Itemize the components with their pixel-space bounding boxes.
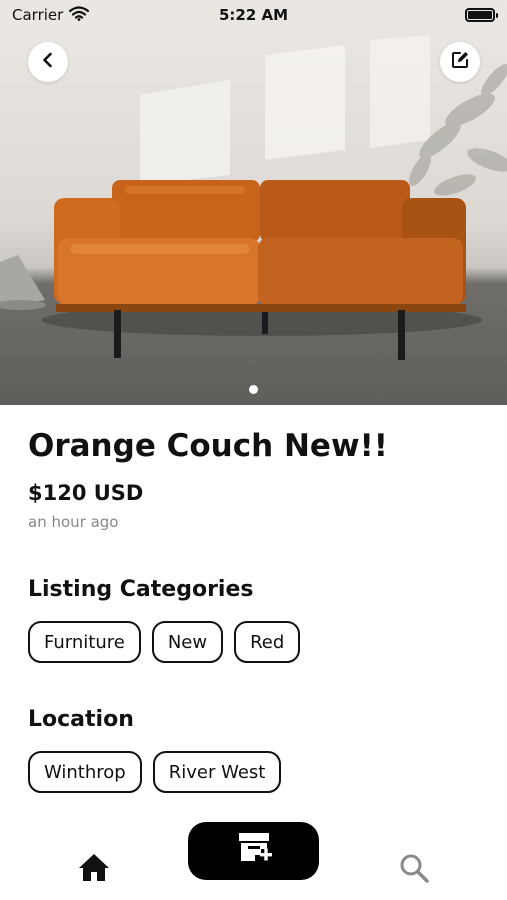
back-button[interactable] <box>28 42 68 82</box>
wifi-icon <box>69 5 90 25</box>
edit-icon <box>450 50 470 74</box>
listing-title: Orange Couch New!! <box>28 428 388 464</box>
listing-photo[interactable] <box>0 0 507 405</box>
add-listing-icon <box>235 831 273 871</box>
add-listing-button[interactable] <box>188 822 319 880</box>
carrier-label: Carrier <box>12 6 64 24</box>
edit-listing-button[interactable] <box>440 42 480 82</box>
chevron-left-icon <box>39 51 57 73</box>
category-chip-red[interactable]: Red <box>234 621 301 663</box>
home-icon <box>78 852 110 886</box>
home-tab[interactable] <box>77 853 111 885</box>
category-chip-new[interactable]: New <box>151 621 224 663</box>
categories-heading: Listing Categories <box>28 577 254 602</box>
battery-level <box>468 11 492 19</box>
location-chips: Winthrop River West <box>28 751 282 793</box>
listing-price: $120 USD <box>28 481 144 505</box>
page-indicator-dot <box>249 385 258 394</box>
location-chip-winthrop[interactable]: Winthrop <box>28 751 142 793</box>
search-tab[interactable] <box>397 853 431 887</box>
category-chip-furniture[interactable]: Furniture <box>28 621 141 663</box>
location-heading: Location <box>28 707 134 732</box>
search-icon <box>398 852 430 888</box>
location-chip-river-west[interactable]: River West <box>152 751 282 793</box>
category-chips: Furniture New Red <box>28 621 301 663</box>
battery-icon <box>465 8 498 22</box>
posted-time: an hour ago <box>28 513 119 531</box>
couch-photo <box>0 35 507 360</box>
status-bar: Carrier 5:22 AM <box>0 0 507 30</box>
